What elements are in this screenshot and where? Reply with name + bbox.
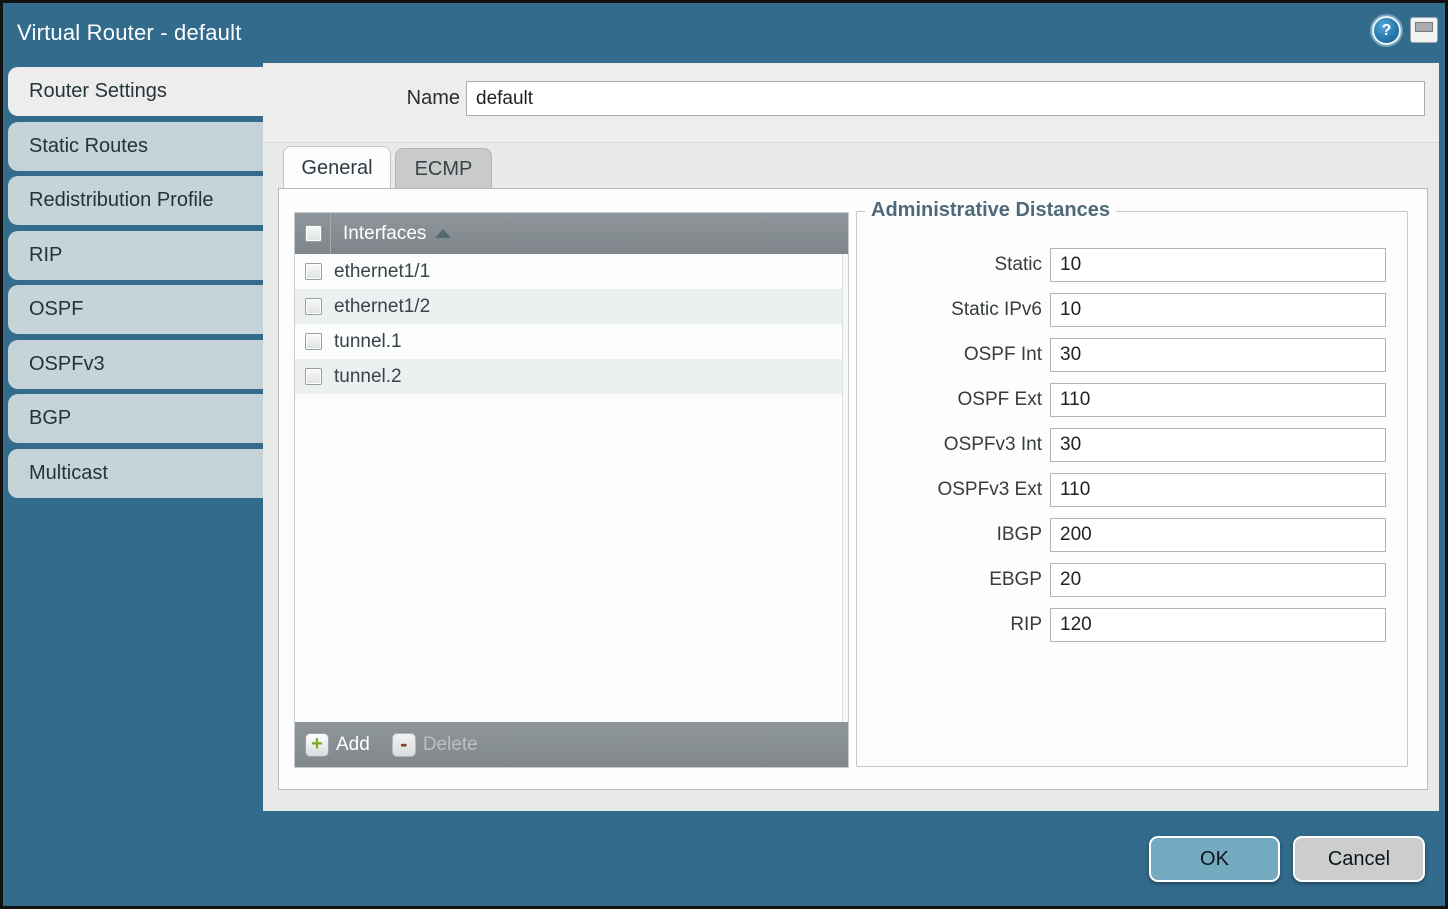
field-row-static: Static [857, 248, 1407, 282]
sidebar-item-rip[interactable]: RIP [8, 231, 263, 280]
ibgp-label: IBGP [857, 524, 1042, 546]
ospfv3-ext-label: OSPFv3 Ext [857, 479, 1042, 501]
maximize-icon-glyph [1415, 22, 1433, 32]
row-checkbox[interactable] [305, 263, 322, 280]
interfaces-table-body: ethernet1/1 ethernet1/2 tunnel.1 tunnel.… [295, 254, 848, 722]
field-row-ibgp: IBGP [857, 518, 1407, 552]
sidebar-item-router-settings[interactable]: Router Settings [8, 67, 263, 116]
sidebar-item-ospf[interactable]: OSPF [8, 285, 263, 334]
rip-label: RIP [857, 614, 1042, 636]
add-button[interactable]: + Add [305, 733, 370, 757]
name-input[interactable] [466, 81, 1425, 116]
interfaces-table-header[interactable]: Interfaces [295, 213, 848, 254]
delete-minus-icon: - [392, 733, 416, 757]
static-input[interactable] [1050, 248, 1386, 282]
field-row-ospfv3-int: OSPFv3 Int [857, 428, 1407, 462]
delete-button-label: Delete [423, 734, 478, 756]
interface-name: tunnel.2 [334, 366, 402, 388]
field-row-static-ipv6: Static IPv6 [857, 293, 1407, 327]
sidebar-item-multicast[interactable]: Multicast [8, 449, 263, 498]
table-row-tunnel-1[interactable]: tunnel.1 [295, 324, 848, 359]
cancel-button[interactable]: Cancel [1293, 836, 1425, 882]
interface-name: ethernet1/2 [334, 296, 430, 318]
field-row-ospfv3-ext: OSPFv3 Ext [857, 473, 1407, 507]
static-ipv6-label: Static IPv6 [857, 299, 1042, 321]
table-scrollbar[interactable] [842, 254, 848, 722]
select-all-checkbox[interactable] [305, 225, 322, 242]
dialog-titlebar: Virtual Router - default ? [3, 3, 1445, 63]
name-label: Name [363, 87, 460, 110]
interface-name: ethernet1/1 [334, 261, 430, 283]
sidebar-item-bgp[interactable]: BGP [8, 394, 263, 443]
ospf-ext-label: OSPF Ext [857, 389, 1042, 411]
field-row-ebgp: EBGP [857, 563, 1407, 597]
row-checkbox[interactable] [305, 368, 322, 385]
table-row-ethernet1-1[interactable]: ethernet1/1 [295, 254, 848, 289]
field-row-rip: RIP [857, 608, 1407, 642]
ebgp-label: EBGP [857, 569, 1042, 591]
general-tab-panel: Interfaces ethernet1/1 ethernet1/2 tunne… [278, 188, 1428, 790]
ibgp-input[interactable] [1050, 518, 1386, 552]
rip-input[interactable] [1050, 608, 1386, 642]
ospfv3-ext-input[interactable] [1050, 473, 1386, 507]
sidebar-item-ospfv3[interactable]: OSPFv3 [8, 340, 263, 389]
static-label: Static [857, 254, 1042, 276]
ospf-ext-input[interactable] [1050, 383, 1386, 417]
ok-button[interactable]: OK [1149, 836, 1280, 882]
delete-button[interactable]: - Delete [392, 733, 478, 757]
virtual-router-dialog: Virtual Router - default ? Router Settin… [0, 0, 1448, 909]
dialog-title: Virtual Router - default [17, 3, 242, 63]
interfaces-table: Interfaces ethernet1/1 ethernet1/2 tunne… [294, 212, 849, 768]
administrative-distances-form: Static Static IPv6 OSPF Int OSPF Ext [857, 248, 1407, 653]
ospf-int-label: OSPF Int [857, 344, 1042, 366]
interfaces-column-header[interactable]: Interfaces [343, 223, 426, 245]
interface-name: tunnel.1 [334, 331, 402, 353]
interfaces-table-footer: + Add - Delete [295, 722, 848, 767]
static-ipv6-input[interactable] [1050, 293, 1386, 327]
tab-general[interactable]: General [283, 146, 391, 188]
sidebar-item-static-routes[interactable]: Static Routes [8, 122, 263, 171]
field-row-ospf-int: OSPF Int [857, 338, 1407, 372]
table-row-tunnel-2[interactable]: tunnel.2 [295, 359, 848, 394]
ospf-int-input[interactable] [1050, 338, 1386, 372]
tab-ecmp[interactable]: ECMP [395, 148, 492, 188]
add-plus-icon: + [305, 733, 329, 757]
ospfv3-int-input[interactable] [1050, 428, 1386, 462]
field-row-ospf-ext: OSPF Ext [857, 383, 1407, 417]
row-checkbox[interactable] [305, 333, 322, 350]
maximize-icon[interactable] [1411, 18, 1437, 42]
row-checkbox[interactable] [305, 298, 322, 315]
administrative-distances-fieldset: Administrative Distances Static Static I… [856, 211, 1408, 767]
ospfv3-int-label: OSPFv3 Int [857, 434, 1042, 456]
ebgp-input[interactable] [1050, 563, 1386, 597]
add-button-label: Add [336, 734, 370, 756]
administrative-distances-title: Administrative Distances [865, 199, 1116, 222]
help-icon[interactable]: ? [1372, 16, 1401, 45]
router-settings-pane: Name General ECMP Interfaces ethernet1/1 [263, 63, 1439, 811]
sort-ascending-icon [435, 229, 451, 238]
sidebar-item-redistribution-profile[interactable]: Redistribution Profile [8, 176, 263, 225]
table-row-ethernet1-2[interactable]: ethernet1/2 [295, 289, 848, 324]
header-column-divider [330, 213, 331, 254]
